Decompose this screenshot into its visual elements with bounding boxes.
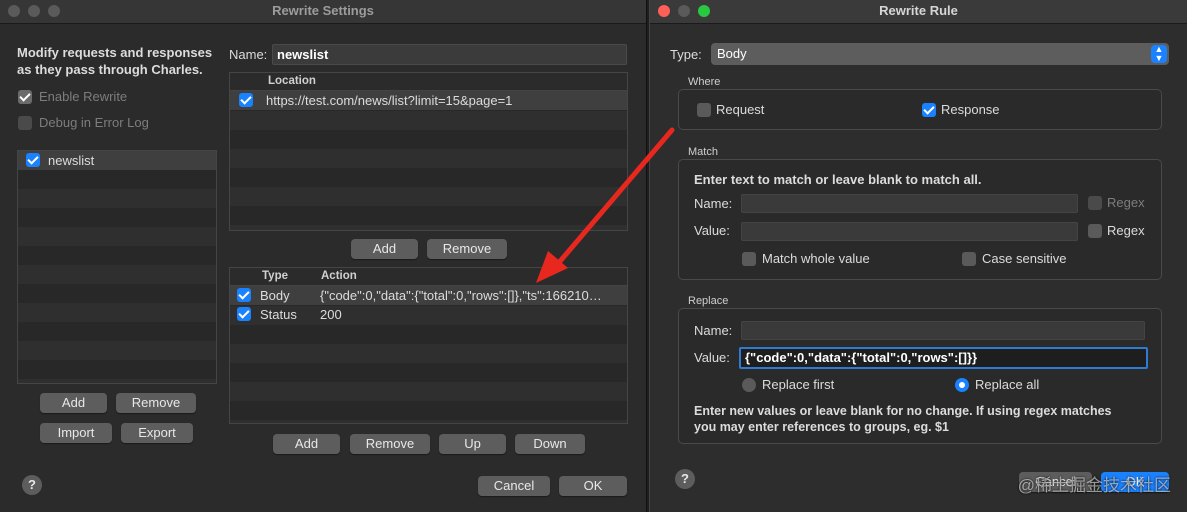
annotation-arrow	[536, 127, 675, 283]
watermark: @稀土掘金技术社区	[1017, 476, 1171, 495]
arrow-shaft	[553, 127, 675, 269]
